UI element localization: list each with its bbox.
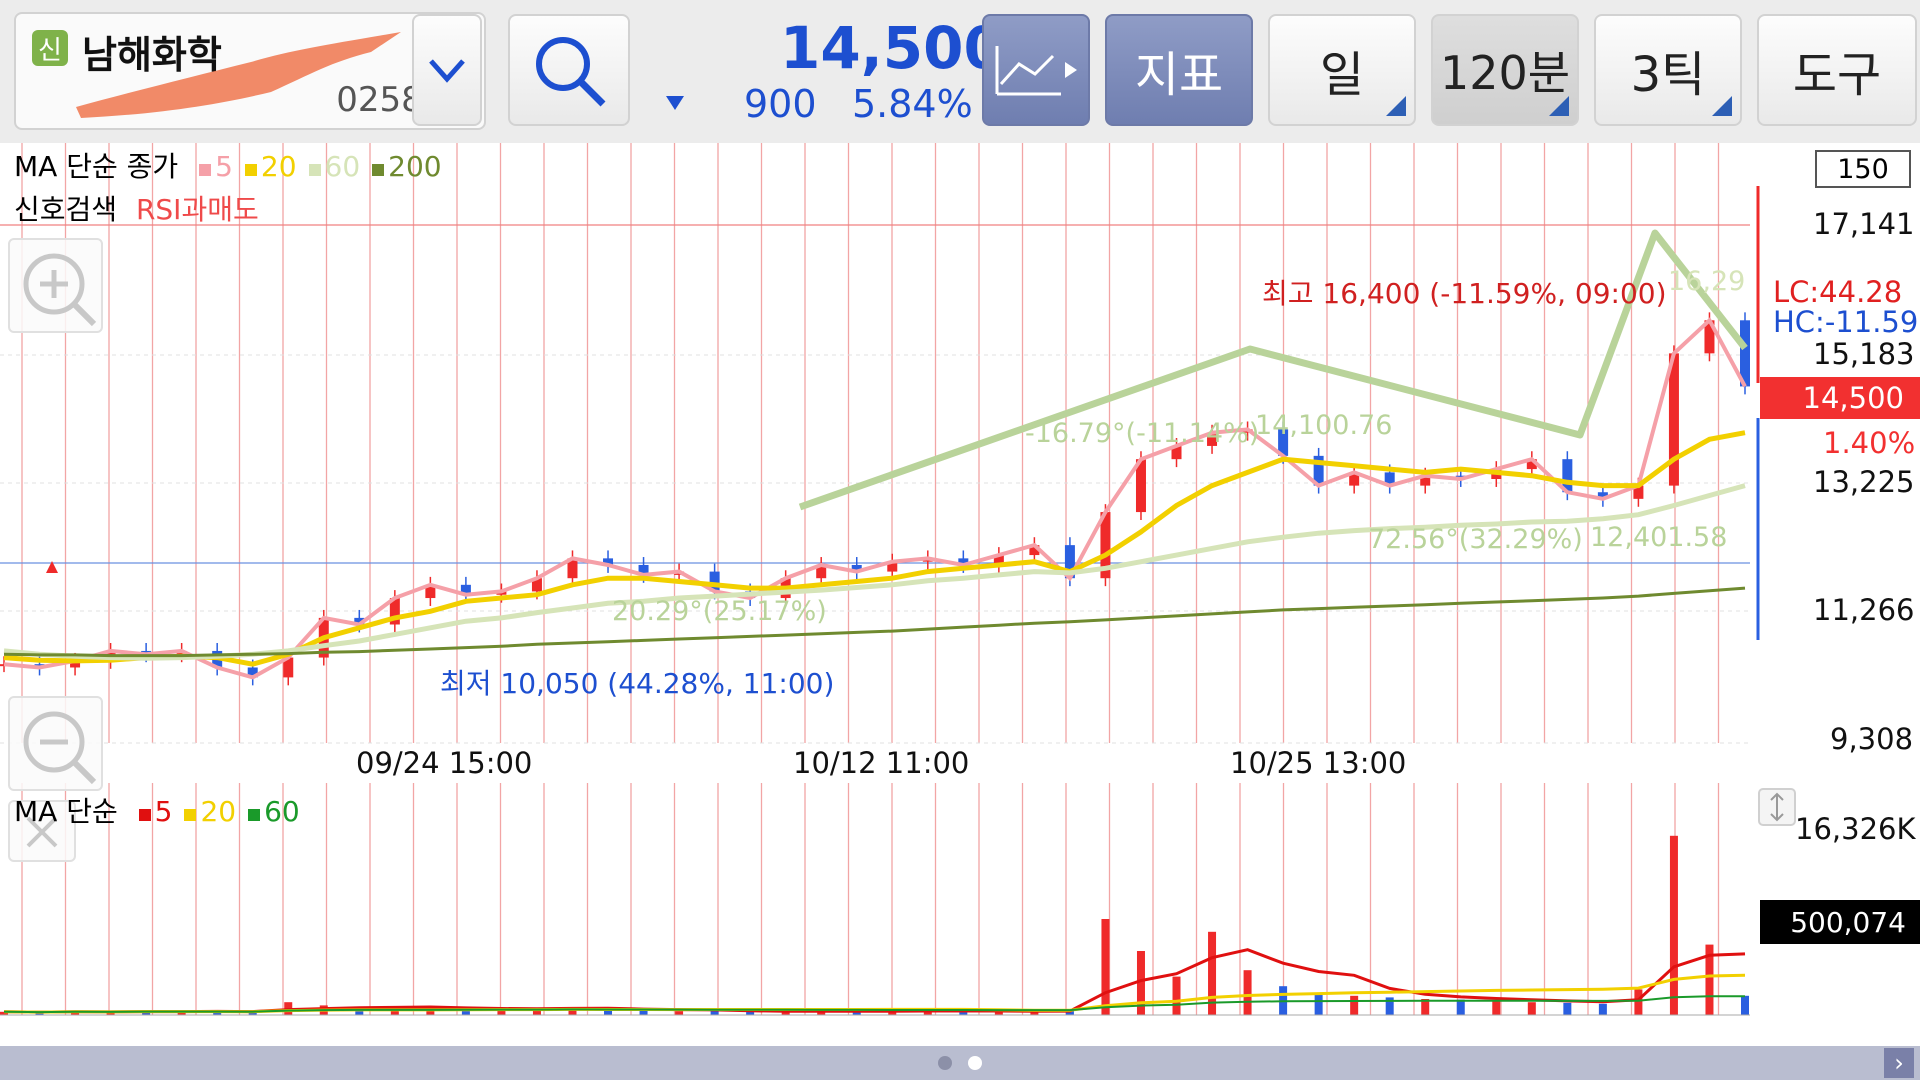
lc-label: LC:44.28 bbox=[1773, 275, 1903, 309]
page-indicator-bar: › bbox=[0, 1046, 1920, 1080]
volume-axis-top: 16,326K bbox=[1795, 812, 1916, 846]
legend-swatch bbox=[248, 809, 261, 821]
price-axis-label: 9,308 bbox=[1830, 722, 1914, 756]
price-change-pct: 5.84% bbox=[852, 82, 973, 126]
x-axis-label: 09/24 15:00 bbox=[356, 746, 533, 780]
search-button[interactable] bbox=[508, 14, 630, 126]
volume-bar bbox=[1741, 995, 1749, 1015]
tick-label: 3틱 bbox=[1630, 47, 1706, 103]
current-price-pct: 1.40% bbox=[1823, 426, 1916, 460]
volume-bar bbox=[1492, 1000, 1501, 1015]
zigzag-label: 16,29 bbox=[1668, 266, 1746, 297]
triangle-down-icon bbox=[666, 96, 684, 110]
legend-label: 5 bbox=[154, 795, 173, 828]
legend-swatch bbox=[138, 809, 151, 821]
x-axis-label: 10/12 11:00 bbox=[793, 746, 970, 780]
zigzag-label: -16.79°(-11.14%) bbox=[1025, 418, 1260, 449]
zoom-out-button[interactable] bbox=[8, 696, 103, 791]
volume-bar bbox=[1669, 835, 1678, 1015]
volume-bar bbox=[1634, 989, 1643, 1015]
zoom-out-icon bbox=[23, 711, 97, 785]
period-120-label: 120분 bbox=[1439, 46, 1571, 100]
volume-bar bbox=[675, 1011, 684, 1015]
signal-value: RSI과매도 bbox=[135, 193, 259, 226]
zigzag-label: 14,100.76 bbox=[1255, 410, 1393, 441]
legend-swatch bbox=[184, 809, 197, 821]
volume-bar bbox=[1243, 970, 1252, 1015]
volume-bar bbox=[1456, 999, 1465, 1015]
zigzag-label: 72.56°(32.29%) bbox=[1368, 524, 1583, 555]
price-axis-label: 13,225 bbox=[1813, 465, 1915, 499]
ma-legend-title: MA 단순 종가 bbox=[14, 150, 179, 183]
current-price-tag: 14,500 bbox=[1760, 377, 1920, 419]
low-label: 최저 10,050 (44.28%, 11:00) bbox=[440, 667, 835, 700]
legend-swatch bbox=[199, 164, 212, 176]
page-dot[interactable] bbox=[938, 1056, 952, 1070]
ma-legend: MA 단순 종가 5 20 60 200 bbox=[14, 145, 442, 185]
stock-dropdown-button[interactable] bbox=[412, 14, 482, 126]
legend-label: 60 bbox=[264, 795, 300, 828]
current-price: 14,500 bbox=[780, 14, 1004, 82]
ma-line-5 bbox=[3, 317, 1747, 680]
price-change: 900 bbox=[744, 82, 817, 126]
resize-handle[interactable] bbox=[1758, 788, 1796, 826]
legend-label: 60 bbox=[324, 150, 361, 183]
zoom-in-button[interactable] bbox=[8, 238, 103, 333]
scale-box[interactable]: 150 bbox=[1815, 150, 1911, 188]
volume-bar bbox=[1101, 919, 1110, 1015]
price-chart[interactable] bbox=[0, 143, 1920, 783]
volume-bar bbox=[1350, 995, 1359, 1015]
legend-label: 20 bbox=[200, 795, 237, 828]
signal-legend: 신호검색 RSI과매도 bbox=[14, 188, 259, 228]
volume-bar bbox=[639, 1010, 648, 1015]
volume-ma-line-20 bbox=[3, 973, 1746, 1014]
legend-label: 200 bbox=[388, 150, 442, 183]
price-axis-label: 11,266 bbox=[1813, 593, 1915, 627]
credit-badge: 신 bbox=[32, 30, 68, 66]
tick-button[interactable]: 3틱 bbox=[1594, 14, 1742, 126]
volume-current-tag: 500,074 bbox=[1760, 900, 1920, 944]
volume-bar bbox=[1172, 976, 1181, 1015]
volume-ma-line-5 bbox=[3, 948, 1746, 1014]
x-axis-label: 10/25 13:00 bbox=[1230, 746, 1407, 780]
zigzag-label: 20.29°(25.17%) bbox=[612, 596, 827, 627]
corner-triangle-icon bbox=[1549, 96, 1569, 116]
period-120-button[interactable]: 120분 bbox=[1431, 14, 1579, 126]
volume-bar bbox=[1527, 1002, 1536, 1015]
period-day-button[interactable]: 일 bbox=[1268, 14, 1416, 126]
legend-swatch bbox=[308, 164, 321, 176]
chart-type-button[interactable] bbox=[982, 14, 1090, 126]
price-axis-label: 15,183 bbox=[1813, 337, 1915, 371]
tools-button[interactable]: 도구 bbox=[1757, 14, 1917, 126]
high-label: 최고 16,400 (-11.59%, 09:00) bbox=[1262, 277, 1667, 310]
price-axis-label: 17,141 bbox=[1813, 207, 1915, 241]
volume-legend: MA 단순 5 20 60 bbox=[14, 790, 300, 830]
volume-bar bbox=[1563, 1002, 1572, 1015]
legend-swatch bbox=[244, 164, 257, 176]
corner-triangle-icon bbox=[1712, 96, 1732, 116]
resize-vertical-icon bbox=[1770, 792, 1784, 822]
legend-label: 5 bbox=[215, 150, 233, 183]
legend-label: 20 bbox=[260, 150, 297, 183]
corner-triangle-icon bbox=[1386, 96, 1406, 116]
legend-swatch bbox=[372, 164, 385, 176]
volume-bar bbox=[1598, 1003, 1607, 1015]
zoom-in-icon bbox=[23, 253, 97, 327]
chevron-down-icon bbox=[429, 59, 465, 83]
signal-label: 신호검색 bbox=[14, 193, 118, 226]
ma-line-200 bbox=[3, 586, 1746, 658]
zigzag-label: 12,401.58 bbox=[1590, 522, 1728, 553]
search-icon bbox=[536, 37, 606, 107]
hc-label: HC:-11.59 bbox=[1773, 305, 1919, 339]
page-dot-active[interactable] bbox=[968, 1056, 982, 1070]
volume-bar bbox=[1314, 992, 1323, 1015]
line-chart-icon bbox=[995, 46, 1077, 96]
chevron-right-icon[interactable]: › bbox=[1884, 1048, 1914, 1078]
toolbar: 신 남해화학 025860 14,500 900 5.84% 지표 일 120분 bbox=[0, 0, 1920, 143]
volume-legend-title: MA 단순 bbox=[14, 795, 118, 828]
period-day-label: 일 bbox=[1319, 47, 1365, 103]
indicator-button[interactable]: 지표 bbox=[1105, 14, 1253, 126]
